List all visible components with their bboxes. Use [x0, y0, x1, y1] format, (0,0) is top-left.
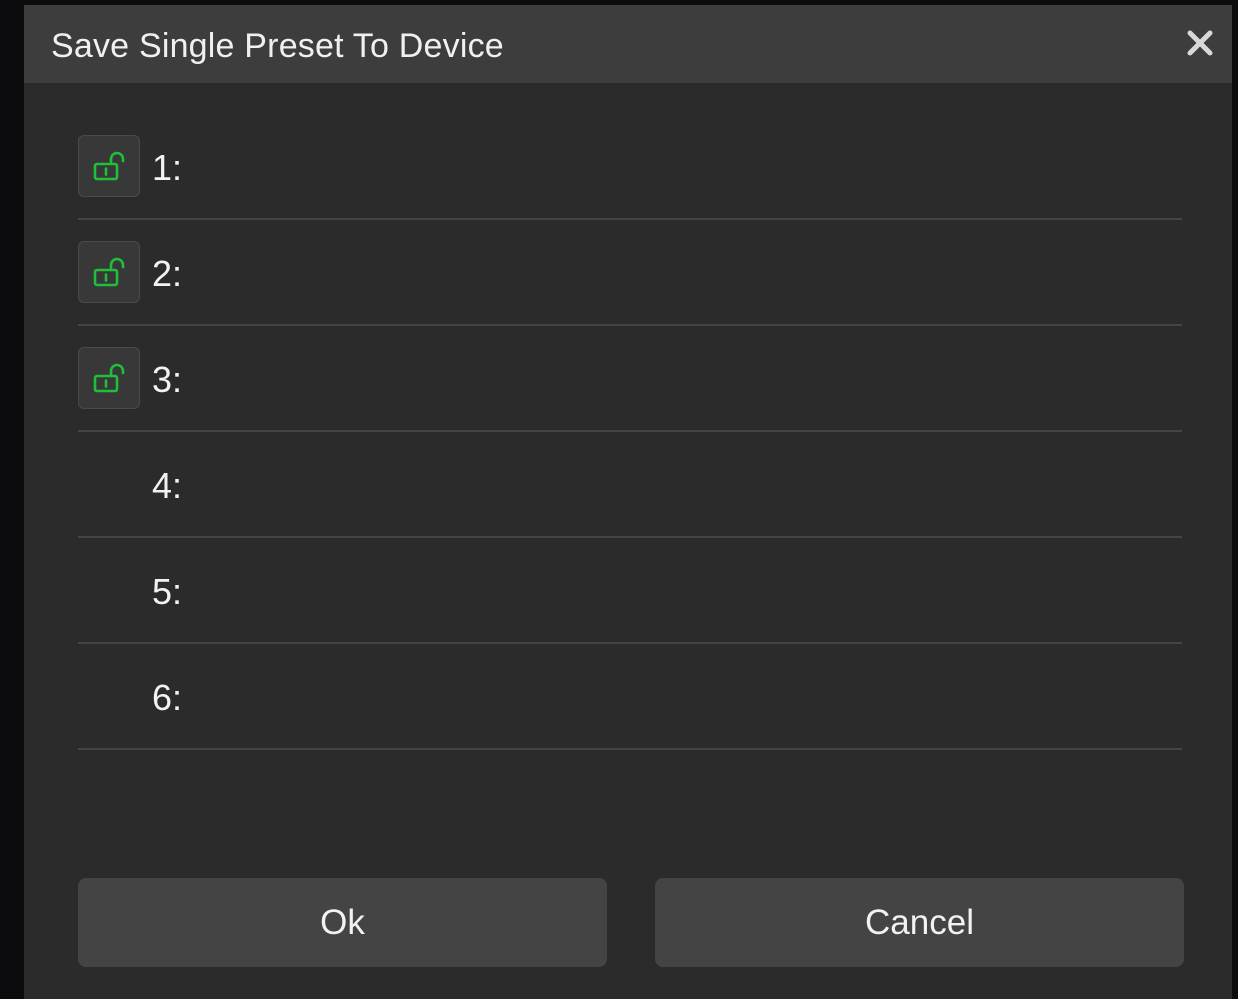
close-button[interactable]	[1182, 25, 1218, 61]
preset-slot-row[interactable]: 4:	[78, 433, 1182, 538]
dialog-titlebar: Save Single Preset To Device	[24, 5, 1232, 83]
preset-slot-label: 5:	[152, 571, 183, 612]
preset-slot-label: 3:	[152, 359, 183, 400]
preset-slot-label: 1:	[152, 147, 183, 188]
preset-slot-list: 1: 2: 3: 4: 5: 6:	[78, 115, 1182, 751]
preset-slot-row[interactable]: 1:	[78, 115, 1182, 220]
unlock-icon	[92, 361, 126, 395]
lock-toggle-button[interactable]	[78, 135, 140, 197]
preset-slot-label: 4:	[152, 465, 183, 506]
save-preset-dialog: Save Single Preset To Device 1: 2: 3: 4: 5: 6…	[24, 5, 1232, 999]
preset-slot-row[interactable]: 5:	[78, 539, 1182, 644]
dialog-title: Save Single Preset To Device	[51, 27, 504, 65]
ok-button[interactable]: Ok	[78, 878, 607, 967]
unlock-icon	[92, 255, 126, 289]
lock-toggle-button[interactable]	[78, 347, 140, 409]
cancel-button[interactable]: Cancel	[655, 878, 1184, 967]
preset-slot-row[interactable]: 2:	[78, 221, 1182, 326]
preset-slot-row[interactable]: 3:	[78, 327, 1182, 432]
unlock-icon	[92, 149, 126, 183]
lock-toggle-button[interactable]	[78, 241, 140, 303]
preset-slot-label: 6:	[152, 677, 183, 718]
preset-slot-row[interactable]: 6:	[78, 645, 1182, 750]
preset-slot-label: 2:	[152, 253, 183, 294]
close-icon	[1187, 30, 1213, 56]
